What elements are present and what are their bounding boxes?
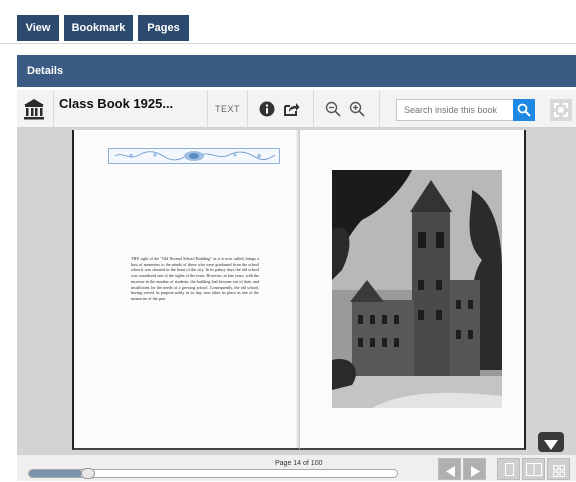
page-indicator: Page 14 of 100 [275, 460, 323, 467]
scroll-down-button[interactable] [538, 432, 564, 452]
two-page-view-button[interactable] [522, 458, 545, 480]
zoom-out-icon[interactable] [325, 101, 341, 122]
page-navigation-bar: Page 14 of 100 [17, 455, 576, 481]
details-bar[interactable]: Details [17, 55, 576, 87]
info-icon[interactable] [259, 101, 275, 122]
slider-progress [29, 470, 81, 477]
one-page-view-icon [505, 463, 514, 481]
chevron-down-icon [544, 437, 558, 455]
zoom-in-icon[interactable] [349, 101, 365, 122]
next-page-icon [471, 464, 480, 482]
book-toolbar: Class Book 1925... TEXT [17, 90, 576, 128]
tab-bookmark[interactable]: Bookmark [64, 15, 133, 41]
previous-page-button[interactable] [438, 458, 461, 480]
book-viewer[interactable]: THE sight of the "Old Normal School Buil… [17, 128, 576, 455]
thumbnail-view-icon [553, 464, 565, 482]
text-button[interactable]: TEXT [215, 104, 240, 114]
left-page[interactable]: THE sight of the "Old Normal School Buil… [72, 130, 299, 450]
right-page[interactable] [299, 130, 526, 450]
building-photograph [332, 170, 502, 408]
thumbnail-view-button[interactable] [547, 458, 570, 480]
two-page-view-icon [526, 463, 542, 481]
previous-page-icon [446, 464, 455, 482]
one-page-view-button[interactable] [497, 458, 520, 480]
decorative-banner [108, 148, 280, 164]
book-title: Class Book 1925... [59, 96, 174, 111]
page-slider[interactable] [28, 468, 398, 479]
search-icon [517, 103, 531, 122]
tab-pages[interactable]: Pages [138, 15, 189, 41]
search-input[interactable] [396, 99, 513, 121]
slider-handle[interactable] [81, 468, 95, 479]
search-button[interactable] [513, 99, 535, 121]
fullscreen-button[interactable] [550, 99, 572, 121]
share-icon[interactable] [283, 101, 300, 122]
tab-view[interactable]: View [17, 15, 59, 41]
library-icon[interactable] [23, 98, 45, 125]
page-paragraph: THE sight of the "Old Normal School Buil… [131, 256, 259, 301]
top-tab-bar: View Bookmark Pages [0, 0, 576, 44]
fullscreen-icon [554, 103, 568, 122]
next-page-button[interactable] [463, 458, 486, 480]
